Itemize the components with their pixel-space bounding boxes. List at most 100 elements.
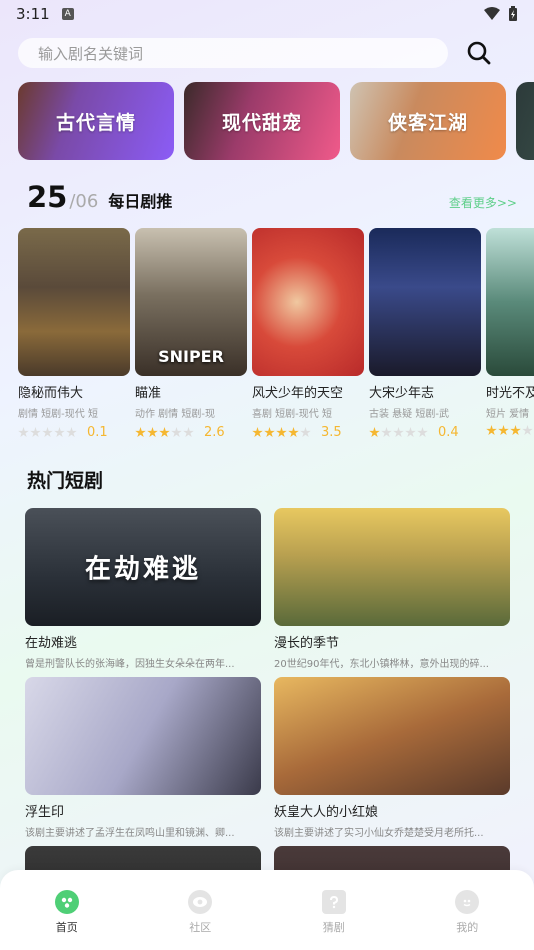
notification-a-icon: A xyxy=(61,8,74,20)
movie-tags: 喜剧 短剧-现代 短 xyxy=(252,409,332,420)
star-icon xyxy=(405,427,416,438)
rating-stars xyxy=(135,427,194,438)
bottom-tab-bar: 首页 社区 猜剧 我的 xyxy=(0,870,534,950)
poster-title: SNIPER xyxy=(158,347,224,366)
hot-drama-desc: 该剧主要讲述了孟浮生在凤鸣山里和镜渊、卿... xyxy=(25,828,235,839)
star-icon xyxy=(252,427,263,438)
star-icon xyxy=(393,427,404,438)
star-icon xyxy=(498,425,509,436)
movie-poster xyxy=(369,228,481,376)
hot-drama-card[interactable]: 漫长的季节 20世纪90年代，东北小镇桦林，意外出现的碎... xyxy=(274,508,510,670)
category-label: 现代甜宠 xyxy=(221,111,302,134)
star-icon xyxy=(18,427,29,438)
movie-poster: SNIPER xyxy=(135,228,247,376)
category-label: 古代言情 xyxy=(55,111,136,134)
movie-rating xyxy=(486,425,534,436)
hot-drama-image xyxy=(274,677,510,795)
movie-card[interactable]: 风犬少年的天空 喜剧 短剧-现代 短 3.5 xyxy=(252,228,364,440)
search-placeholder: 输入剧名关键词 xyxy=(38,44,144,63)
status-bar: 3:11 A xyxy=(0,0,534,28)
hot-drama-desc: 曾是刑警队长的张海峰，因独生女朵朵在两年... xyxy=(25,659,235,670)
tab-profile[interactable]: 我的 xyxy=(427,890,507,935)
rating-stars xyxy=(486,425,534,436)
rating-stars xyxy=(252,427,311,438)
hot-drama-overlay: 在劫难逃 xyxy=(84,554,202,585)
hot-drama-name: 妖皇大人的小红娘 xyxy=(274,805,379,820)
hot-drama-image xyxy=(274,508,510,626)
star-icon xyxy=(54,427,65,438)
category-card-wuxia[interactable]: 侠客江湖 xyxy=(350,82,506,160)
star-icon xyxy=(522,425,533,436)
star-icon xyxy=(183,427,194,438)
movie-card[interactable]: 隐秘而伟大 剧情 短剧-现代 短 0.1 xyxy=(18,228,130,440)
view-more-link[interactable]: 查看更多>> xyxy=(449,194,517,211)
star-icon xyxy=(159,427,170,438)
movie-title: 时光不及 xyxy=(486,386,534,401)
category-card-modern-romance[interactable]: 现代甜宠 xyxy=(184,82,340,160)
daily-title: 每日剧推 xyxy=(108,192,173,211)
status-right xyxy=(484,6,518,22)
tab-label: 首页 xyxy=(55,921,78,934)
profile-icon xyxy=(455,890,480,914)
hot-drama-card[interactable]: 在劫难逃 在劫难逃 曾是刑警队长的张海峰，因独生女朵朵在两年... xyxy=(25,508,261,670)
movie-rating: 0.4 xyxy=(369,425,481,440)
hot-section-title: 热门短剧 xyxy=(27,470,104,492)
star-icon xyxy=(510,425,521,436)
movie-card[interactable]: SNIPER 瞄准 动作 剧情 短剧-现 2.6 xyxy=(135,228,247,440)
movie-poster xyxy=(18,228,130,376)
movie-poster xyxy=(252,228,364,376)
hot-drama-desc: 20世纪90年代，东北小镇桦林，意外出现的碎... xyxy=(274,659,489,670)
rating-value: 0.1 xyxy=(87,425,108,440)
hot-drama-card[interactable]: 浮生印 该剧主要讲述了孟浮生在凤鸣山里和镜渊、卿... xyxy=(25,677,261,839)
hot-drama-name: 在劫难逃 xyxy=(25,636,78,651)
tab-label: 社区 xyxy=(189,921,212,934)
star-icon xyxy=(135,427,146,438)
movie-rating: 2.6 xyxy=(135,425,247,440)
category-card-more[interactable] xyxy=(516,82,534,160)
movie-rating: 0.1 xyxy=(18,425,130,440)
hot-drama-card[interactable]: 妖皇大人的小红娘 该剧主要讲述了实习小仙女乔楚楚受月老所托... xyxy=(274,677,510,839)
search-input[interactable]: 输入剧名关键词 xyxy=(18,38,448,68)
rating-value: 3.5 xyxy=(321,425,342,440)
star-icon xyxy=(42,427,53,438)
rating-stars xyxy=(18,427,77,438)
star-icon xyxy=(300,427,311,438)
star-icon xyxy=(147,427,158,438)
question-icon xyxy=(321,890,346,914)
movie-card[interactable]: 时光不及 短片 爱情 xyxy=(486,228,534,436)
star-icon xyxy=(417,427,428,438)
star-icon xyxy=(369,427,380,438)
rating-stars xyxy=(369,427,428,438)
tab-home[interactable]: 首页 xyxy=(27,890,107,935)
movie-tags: 短片 爱情 xyxy=(486,409,530,420)
category-carousel[interactable]: 古代言情 现代甜宠 侠客江湖 xyxy=(18,82,534,160)
star-icon xyxy=(171,427,182,438)
movie-poster xyxy=(486,228,534,376)
movie-title: 瞄准 xyxy=(135,386,162,401)
rating-value: 2.6 xyxy=(204,425,225,440)
home-icon xyxy=(54,890,79,914)
daily-movie-list[interactable]: 隐秘而伟大 剧情 短剧-现代 短 0.1 SNIPER 瞄准 动作 剧情 短剧-… xyxy=(18,228,534,443)
movie-rating: 3.5 xyxy=(252,425,364,440)
tab-label: 猜剧 xyxy=(322,921,345,934)
category-card-ancient-romance[interactable]: 古代言情 xyxy=(18,82,174,160)
star-icon xyxy=(30,427,41,438)
star-icon xyxy=(381,427,392,438)
hot-drama-image: 在劫难逃 xyxy=(25,508,261,626)
hot-drama-name: 漫长的季节 xyxy=(274,636,340,651)
star-icon xyxy=(288,427,299,438)
daily-month: /06 xyxy=(69,191,99,212)
movie-title: 大宋少年志 xyxy=(369,386,435,401)
hot-drama-desc: 该剧主要讲述了实习小仙女乔楚楚受月老所托... xyxy=(274,828,484,839)
movie-title: 隐秘而伟大 xyxy=(18,386,84,401)
search-icon[interactable] xyxy=(466,40,492,66)
battery-icon xyxy=(509,6,517,21)
tab-community[interactable]: 社区 xyxy=(160,890,240,935)
movie-title: 风犬少年的天空 xyxy=(252,386,344,401)
tab-guess[interactable]: 猜剧 xyxy=(294,890,374,935)
status-time: 3:11 xyxy=(16,5,50,23)
daily-day: 25 xyxy=(27,180,68,214)
daily-recommend-header: 25 /06 每日剧推 查看更多>> xyxy=(27,180,517,216)
movie-card[interactable]: 大宋少年志 古装 悬疑 短剧-武 0.4 xyxy=(369,228,481,440)
star-icon xyxy=(66,427,77,438)
